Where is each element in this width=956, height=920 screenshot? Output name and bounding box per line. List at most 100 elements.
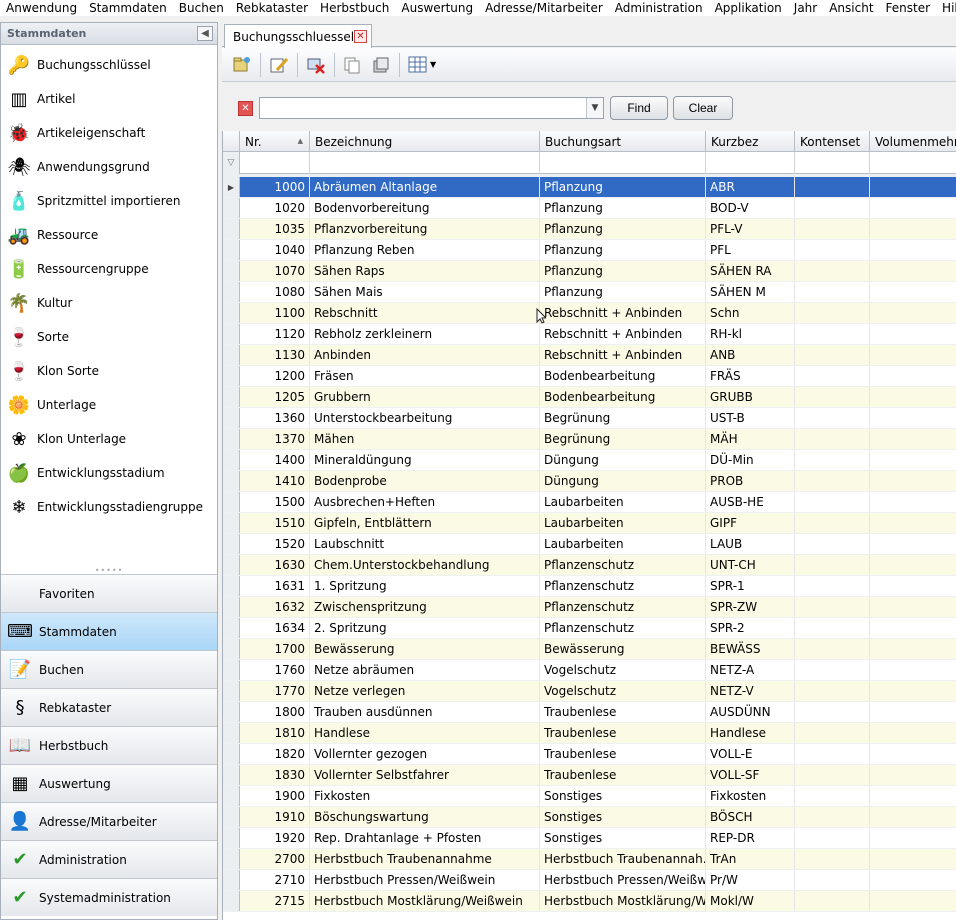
nav-item-artikeleigenschaft[interactable]: 🐞 Artikeleigenschaft bbox=[1, 116, 217, 150]
cell-kontenset[interactable] bbox=[795, 681, 870, 701]
cell-buchungsart[interactable]: Traubenlese bbox=[540, 744, 706, 764]
column-header-kontenset[interactable]: Kontenset bbox=[795, 131, 870, 152]
nav-item-entwicklungsstadium[interactable]: 🍏 Entwicklungsstadium bbox=[1, 456, 217, 490]
cell-kurzbez[interactable]: Pr/W bbox=[706, 870, 795, 890]
edit-record-icon[interactable] bbox=[265, 52, 293, 78]
cell-nr[interactable]: 1120 bbox=[240, 324, 310, 344]
new-record-icon[interactable] bbox=[228, 52, 256, 78]
cell-buchungsart[interactable]: Begrünung bbox=[540, 429, 706, 449]
cell-kurzbez[interactable]: PFL-V bbox=[706, 219, 795, 239]
row-header[interactable] bbox=[223, 366, 240, 386]
group-favoriten[interactable]: Favoriten bbox=[1, 574, 217, 612]
cell-kurzbez[interactable]: Mokl/W bbox=[706, 891, 795, 911]
cell-kontenset[interactable] bbox=[795, 471, 870, 491]
cell-volumenmehrung[interactable] bbox=[870, 408, 956, 428]
cell-volumenmehrung[interactable] bbox=[870, 429, 956, 449]
cell-kontenset[interactable] bbox=[795, 639, 870, 659]
cell-buchungsart[interactable]: Pflanzenschutz bbox=[540, 576, 706, 596]
cell-buchungsart[interactable]: Traubenlese bbox=[540, 702, 706, 722]
search-dropdown-icon[interactable]: ▼ bbox=[586, 98, 603, 118]
row-header[interactable] bbox=[223, 429, 240, 449]
cell-kurzbez[interactable]: SÄHEN RA bbox=[706, 261, 795, 281]
cell-volumenmehrung[interactable] bbox=[870, 282, 956, 302]
table-row[interactable]: 1810 Handlese Traubenlese Handlese bbox=[223, 723, 956, 744]
table-row[interactable]: 1080 Sähen Mais Pflanzung SÄHEN M bbox=[223, 282, 956, 303]
cell-buchungsart[interactable]: Pflanzung bbox=[540, 177, 706, 197]
cell-volumenmehrung[interactable] bbox=[870, 702, 956, 722]
nav-item-anwendungsgrund[interactable]: 🕷 Anwendungsgrund bbox=[1, 150, 217, 184]
cell-nr[interactable]: 1040 bbox=[240, 240, 310, 260]
row-header[interactable] bbox=[223, 324, 240, 344]
cell-volumenmehrung[interactable] bbox=[870, 219, 956, 239]
cell-kontenset[interactable] bbox=[795, 849, 870, 869]
cell-nr[interactable]: 1400 bbox=[240, 450, 310, 470]
cell-buchungsart[interactable]: Bodenbearbeitung bbox=[540, 366, 706, 386]
cell-kurzbez[interactable]: FRÄS bbox=[706, 366, 795, 386]
cell-bezeichnung[interactable]: Bodenvorbereitung bbox=[310, 198, 540, 218]
row-header[interactable] bbox=[223, 807, 240, 827]
cell-nr[interactable]: 1520 bbox=[240, 534, 310, 554]
nav-item-entwicklungsstadiengruppe[interactable]: ❄ Entwicklungsstadiengruppe bbox=[1, 490, 217, 524]
cell-volumenmehrung[interactable] bbox=[870, 618, 956, 638]
cell-kontenset[interactable] bbox=[795, 492, 870, 512]
cell-kurzbez[interactable]: AUSB-HE bbox=[706, 492, 795, 512]
cell-nr[interactable]: 1900 bbox=[240, 786, 310, 806]
table-row[interactable]: 2715 Herbstbuch Mostklärung/Weißwein Herbs… bbox=[223, 891, 956, 912]
table-row[interactable]: 1370 Mähen Begrünung MÄH bbox=[223, 429, 956, 450]
clear-button[interactable]: Clear bbox=[673, 96, 733, 120]
menu-item-administration[interactable]: Administration bbox=[609, 0, 709, 16]
menu-item-herbstbuch[interactable]: Herbstbuch bbox=[314, 0, 395, 16]
group-stammdaten[interactable]: ⌨ Stammdaten bbox=[1, 612, 217, 650]
cell-kurzbez[interactable]: UST-B bbox=[706, 408, 795, 428]
cell-buchungsart[interactable]: Laubarbeiten bbox=[540, 534, 706, 554]
table-row[interactable]: 1632 Zwischenspritzung Pflanzenschutz SPR-Z… bbox=[223, 597, 956, 618]
cell-bezeichnung[interactable]: Laubschnitt bbox=[310, 534, 540, 554]
menu-item-rebkataster[interactable]: Rebkataster bbox=[230, 0, 314, 16]
cell-bezeichnung[interactable]: Mähen bbox=[310, 429, 540, 449]
cell-buchungsart[interactable]: Pflanzenschutz bbox=[540, 618, 706, 638]
group-systemadministration[interactable]: ✔ Systemadministration bbox=[1, 878, 217, 916]
group-rebkataster[interactable]: § Rebkataster bbox=[1, 688, 217, 726]
cell-kurzbez[interactable]: BOD-V bbox=[706, 198, 795, 218]
cell-nr[interactable]: 1130 bbox=[240, 345, 310, 365]
cell-volumenmehrung[interactable] bbox=[870, 471, 956, 491]
cell-kontenset[interactable] bbox=[795, 744, 870, 764]
row-header[interactable] bbox=[223, 618, 240, 638]
table-row[interactable]: 1500 Ausbrechen+Heften Laubarbeiten AUSB-HE bbox=[223, 492, 956, 513]
cell-kontenset[interactable] bbox=[795, 240, 870, 260]
cell-nr[interactable]: 1360 bbox=[240, 408, 310, 428]
cell-bezeichnung[interactable]: Fräsen bbox=[310, 366, 540, 386]
cell-nr[interactable]: 1634 bbox=[240, 618, 310, 638]
cell-buchungsart[interactable]: Begrünung bbox=[540, 408, 706, 428]
menu-item-jahr[interactable]: Jahr bbox=[788, 0, 823, 16]
cell-buchungsart[interactable]: Vogelschutz bbox=[540, 660, 706, 680]
cell-kurzbez[interactable]: NETZ-V bbox=[706, 681, 795, 701]
cell-bezeichnung[interactable]: Fixkosten bbox=[310, 786, 540, 806]
cell-kontenset[interactable] bbox=[795, 303, 870, 323]
find-button[interactable]: Find bbox=[610, 96, 668, 120]
cell-kontenset[interactable] bbox=[795, 534, 870, 554]
cell-buchungsart[interactable]: Traubenlese bbox=[540, 723, 706, 743]
cell-bezeichnung[interactable]: Trauben ausdünnen bbox=[310, 702, 540, 722]
cell-volumenmehrung[interactable] bbox=[870, 513, 956, 533]
table-row[interactable]: 1634 2. Spritzung Pflanzenschutz SPR-2 bbox=[223, 618, 956, 639]
cell-kontenset[interactable] bbox=[795, 387, 870, 407]
nav-item-ressourcengruppe[interactable]: 🔋 Ressourcengruppe bbox=[1, 252, 217, 286]
group-adresse-mitarbeiter[interactable]: 👤 Adresse/Mitarbeiter bbox=[1, 802, 217, 840]
cell-kurzbez[interactable]: Schn bbox=[706, 303, 795, 323]
cell-kontenset[interactable] bbox=[795, 555, 870, 575]
cell-buchungsart[interactable]: Herbstbuch Traubenannah... bbox=[540, 849, 706, 869]
cell-kontenset[interactable] bbox=[795, 282, 870, 302]
cell-bezeichnung[interactable]: Rebholz zerkleinern bbox=[310, 324, 540, 344]
row-header[interactable] bbox=[223, 744, 240, 764]
cell-kontenset[interactable] bbox=[795, 702, 870, 722]
cell-volumenmehrung[interactable] bbox=[870, 723, 956, 743]
cell-kurzbez[interactable]: ANB bbox=[706, 345, 795, 365]
cell-kontenset[interactable] bbox=[795, 891, 870, 911]
table-row[interactable]: 1200 Fräsen Bodenbearbeitung FRÄS bbox=[223, 366, 956, 387]
cell-nr[interactable]: 1830 bbox=[240, 765, 310, 785]
table-row[interactable]: 1020 Bodenvorbereitung Pflanzung BOD-V bbox=[223, 198, 956, 219]
cell-volumenmehrung[interactable] bbox=[870, 324, 956, 344]
cell-kontenset[interactable] bbox=[795, 870, 870, 890]
cell-buchungsart[interactable]: Pflanzung bbox=[540, 240, 706, 260]
